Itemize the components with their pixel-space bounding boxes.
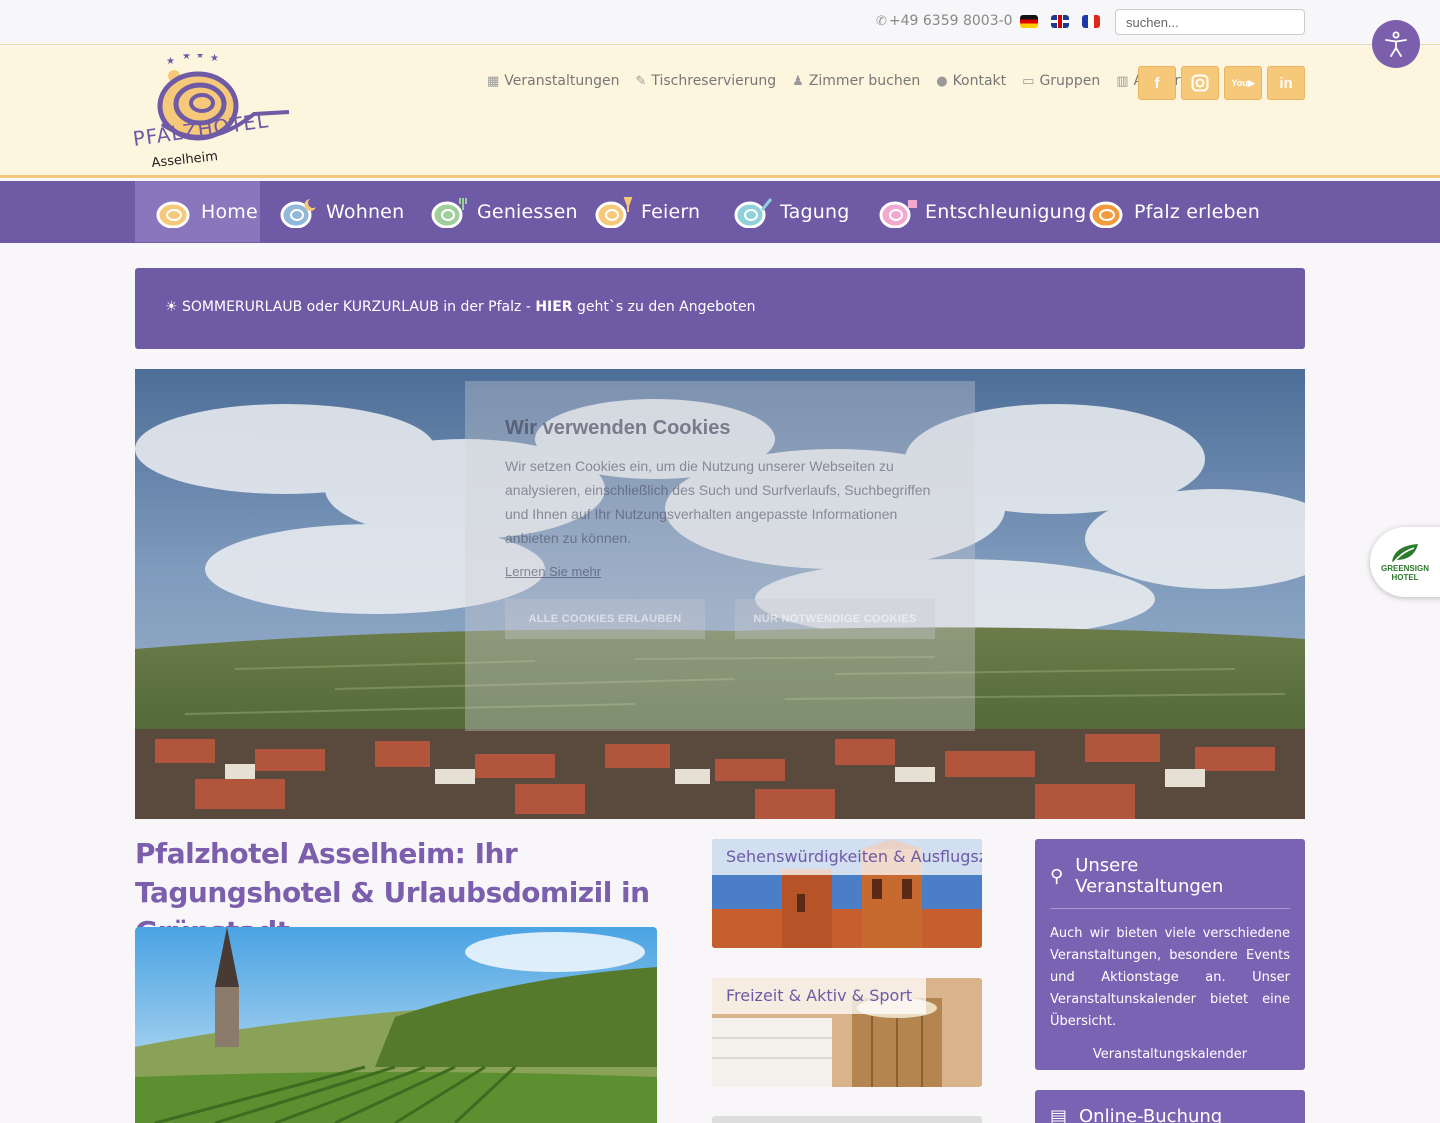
subnav-veranstaltungen[interactable]: ▦ Veranstaltungen	[487, 73, 619, 89]
linkedin-icon: in	[1279, 74, 1293, 92]
subnav-gruppen[interactable]: ▭ Gruppen	[1022, 73, 1100, 89]
booking-icon: ▤	[1050, 1106, 1068, 1123]
calendar-icon: ▦	[487, 73, 500, 89]
top-bar: ✆ +49 6359 8003-0	[0, 0, 1440, 45]
events-calendar-link[interactable]: Veranstaltungskalender	[1050, 1047, 1290, 1062]
language-de-flag[interactable]	[1020, 15, 1038, 28]
main-nav: Home Wohnen Geniessen Feiern Tagung Ents…	[0, 181, 1440, 243]
accessibility-icon	[1385, 31, 1407, 57]
subnav-kontakt[interactable]: ● Kontakt	[936, 73, 1006, 89]
church-vineyard-image	[135, 927, 657, 1123]
offers-link[interactable]: HIER	[535, 299, 572, 315]
facebook-button[interactable]: f	[1138, 66, 1176, 100]
map-marker-icon: ⚲	[1050, 865, 1064, 887]
cookie-title: Wir verwenden Cookies	[505, 417, 731, 439]
youtube-button[interactable]: You▶	[1224, 66, 1262, 100]
header: ★ ★ ★ ★ PFALZHOTEL Asselheim ▦ Veranstalt…	[0, 46, 1440, 178]
snail-pen-icon	[734, 197, 773, 228]
allow-all-cookies-button[interactable]: ALLE COOKIES ERLAUBEN	[505, 599, 705, 639]
nav-geniessen[interactable]: Geniessen	[431, 181, 578, 242]
svg-text:★: ★	[196, 54, 204, 61]
snail-icon	[156, 201, 190, 228]
svg-text:★: ★	[182, 54, 191, 62]
phone-number[interactable]: ✆ +49 6359 8003-0	[876, 13, 1013, 29]
cookie-text: Wir setzen Cookies ein, um die Nutzung u…	[505, 458, 931, 546]
tile-third[interactable]	[712, 1116, 982, 1123]
accessibility-button[interactable]	[1372, 20, 1420, 68]
svg-text:★: ★	[210, 54, 219, 64]
map-icon: ▥	[1116, 73, 1129, 89]
linkedin-button[interactable]: in	[1267, 66, 1305, 100]
svg-text:★: ★	[166, 56, 175, 67]
nav-home[interactable]: Home	[135, 181, 260, 242]
snail-tub-icon	[879, 199, 917, 228]
picture-icon: ▭	[1022, 73, 1035, 89]
language-fr-flag[interactable]	[1082, 15, 1100, 28]
nav-feiern[interactable]: Feiern	[595, 181, 700, 242]
tile-leisure-label: Freizeit & Aktiv & Sport	[712, 978, 927, 1014]
instagram-icon	[1191, 74, 1209, 92]
instagram-button[interactable]	[1181, 66, 1219, 100]
tile-sights[interactable]: Sehenswürdigkeiten & Ausflugsziele	[712, 839, 982, 948]
pencil-icon: ✎	[635, 73, 647, 89]
snail-orange-icon	[1089, 201, 1123, 228]
brand-location: Asselheim	[151, 149, 219, 171]
subnav-tischreservierung[interactable]: ✎ Tischreservierung	[635, 73, 776, 89]
search-input[interactable]	[1115, 9, 1305, 35]
greensign-badge[interactable]: GREENSIGN HOTEL	[1370, 527, 1440, 597]
cookie-consent-dialog: Wir verwenden Cookies Wir setzen Cookies…	[465, 381, 975, 731]
nav-entschleunigung[interactable]: Entschleunigung	[879, 181, 1086, 242]
chat-icon: ●	[936, 73, 948, 89]
offers-banner[interactable]: ☀ SOMMERURLAUB oder KURZURLAUB in der Pf…	[135, 268, 1305, 349]
nav-tagung[interactable]: Tagung	[734, 181, 850, 242]
snail-glass-icon	[595, 196, 633, 228]
user-icon: ♟	[792, 73, 804, 89]
booking-box: ▤ Online-Buchung	[1035, 1090, 1305, 1123]
leaf-icon	[1392, 544, 1418, 563]
sun-icon: ☀	[165, 299, 178, 315]
nav-wohnen[interactable]: Wohnen	[280, 181, 404, 242]
nav-pfalz-erleben[interactable]: Pfalz erleben	[1088, 181, 1260, 242]
secondary-nav: ▦ Veranstaltungen ✎ Tischreservierung ♟ Zim…	[487, 73, 1186, 89]
facebook-icon: f	[1154, 74, 1160, 92]
tile-leisure[interactable]: Freizeit & Aktiv & Sport	[712, 978, 982, 1087]
youtube-icon: You▶	[1231, 77, 1255, 88]
phone-icon: ✆	[876, 14, 887, 29]
snail-fork-icon	[431, 197, 467, 228]
tile-sights-label: Sehenswürdigkeiten & Ausflugsziele	[712, 839, 982, 875]
language-en-flag[interactable]	[1051, 15, 1069, 28]
subnav-zimmer-buchen[interactable]: ♟ Zimmer buchen	[792, 73, 920, 89]
cookie-learn-more-link[interactable]: Lernen Sie mehr	[505, 564, 935, 579]
snail-moon-icon	[280, 198, 316, 228]
church-vineyard-photo	[135, 927, 657, 1123]
pfalzhotel-logo[interactable]: ★ ★ ★ ★ PFALZHOTEL Asselheim	[134, 54, 294, 172]
necessary-cookies-button[interactable]: NUR NOTWENDIGE COOKIES	[735, 599, 935, 639]
events-box: ⚲ Unsere Veranstaltungen Auch wir bieten …	[1035, 839, 1305, 1070]
